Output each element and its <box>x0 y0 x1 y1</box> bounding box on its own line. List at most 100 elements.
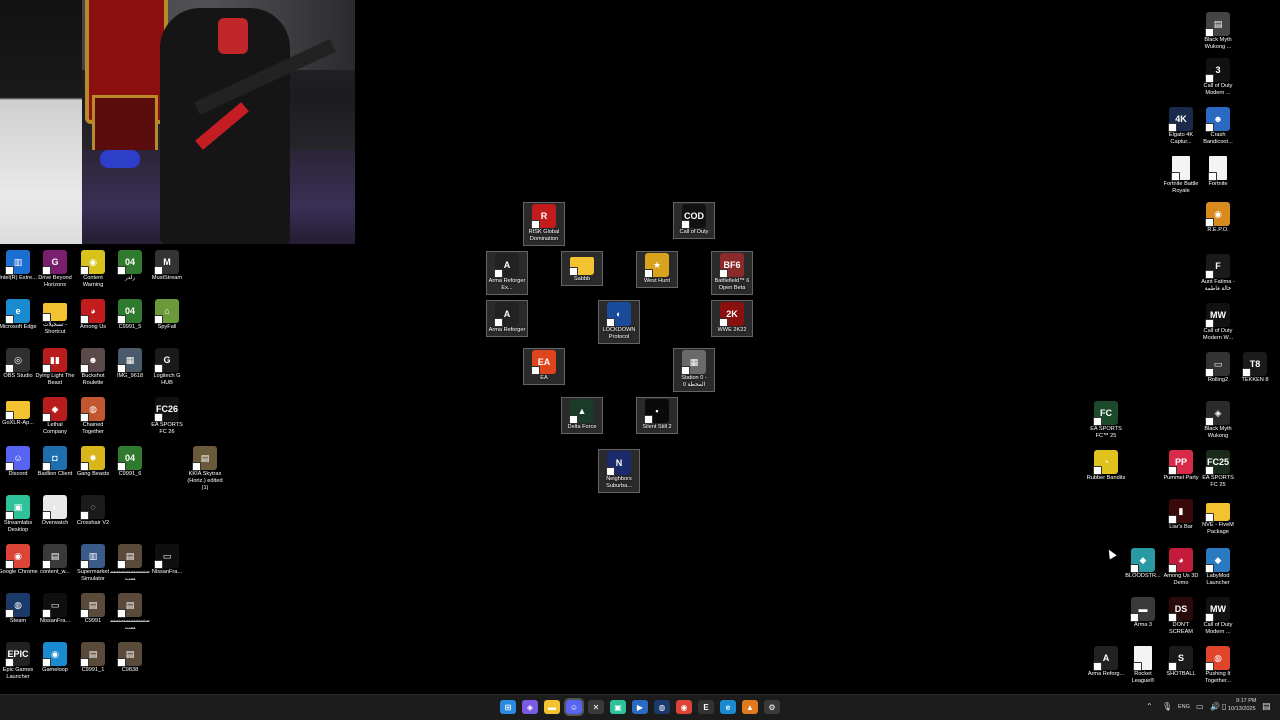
desktop-icon-video-1[interactable]: 04 رلدر <box>110 250 150 282</box>
desktop-icon-sabbb[interactable]: Sabbb <box>561 251 603 286</box>
desktop-icon-cod-mw3[interactable]: 3 Call of Duty Modern ... <box>1198 58 1238 97</box>
taskbar-arma-launcher[interactable]: ▲ <box>742 700 758 714</box>
desktop-icon-chained-together[interactable]: ◍ Chained Together <box>73 397 113 436</box>
taskbar-xbox[interactable]: ✕ <box>588 700 604 714</box>
taskbar-streamlabs[interactable]: ▣ <box>610 700 626 714</box>
desktop-icon-spyfall[interactable]: ⌂ SpyFall <box>147 299 187 331</box>
taskbar-epic[interactable]: E <box>698 700 714 714</box>
taskbar-discord[interactable]: ☺ <box>564 698 584 716</box>
desktop-icon-epic-games[interactable]: EPIC Epic Games Launcher <box>0 642 38 681</box>
desktop-icon-pushing-it-together[interactable]: ◍ Pushing It Together... <box>1198 646 1238 685</box>
taskbar-file-explorer[interactable]: ▬ <box>544 700 560 714</box>
desktop-icon-rolling2[interactable]: ▭ Rolling2 <box>1198 352 1238 384</box>
taskbar-copilot[interactable]: ◈ <box>522 700 538 714</box>
desktop-icon-west-hunt[interactable]: ★ West Hunt <box>636 251 678 288</box>
desktop-icon-supermarket[interactable]: ▥ Supermarket Simulator <box>73 544 113 583</box>
desktop-icon-arma-3[interactable]: ▬ Arma 3 <box>1123 597 1163 629</box>
desktop-icon-img-9618[interactable]: ▦ IMG_9618 <box>110 348 150 380</box>
desktop-icon-bloodstrike[interactable]: ◆ BLOODSTR... <box>1123 548 1163 580</box>
desktop-icon-ea-fc-25-a[interactable]: FC EA SPORTS FC™ 25 <box>1086 401 1126 440</box>
desktop-icon-edge[interactable]: e Microsoft Edge <box>0 299 38 331</box>
desktop-icon-arma-reforger-2[interactable]: A Arma Reforg... <box>1086 646 1126 678</box>
notification-icon[interactable]: ▤ <box>1262 701 1271 712</box>
clock-date[interactable]: 10/13/2025 <box>1228 706 1256 712</box>
desktop-icon-cod-mw-2[interactable]: MW Call of Duty Modern ... <box>1198 597 1238 636</box>
desktop-icon-goxlr[interactable]: GoXLR-Ap... <box>0 397 38 427</box>
network-icon[interactable]: ▭ <box>1196 702 1204 711</box>
desktop-icon-content-w[interactable]: ▤ content_w... <box>35 544 75 576</box>
language-indicator[interactable]: ENG <box>1178 704 1190 710</box>
desktop-icon-wwe-2k22[interactable]: 2K WWE 2K22 <box>711 300 753 337</box>
clock-time[interactable]: 9:17 PM <box>1236 698 1256 704</box>
desktop-icon-gameloop[interactable]: ◉ Gameloop <box>35 642 75 674</box>
desktop-icon-intel[interactable]: ▥ Intel(R) Extre... <box>0 250 38 282</box>
desktop-icon-among-us-3d[interactable]: ◕ Among Us 3D Demo <box>1161 548 1201 587</box>
desktop-icon-discord[interactable]: ☺ Discord <box>0 446 38 478</box>
desktop-icon-delta-force[interactable]: ▲ Delta Force <box>561 397 603 434</box>
desktop-icon-pummel-party[interactable]: PP Pummel Party <box>1161 450 1201 482</box>
desktop-icon-recordings-shortcut[interactable]: تسجيلات - Shortcut <box>35 299 75 336</box>
desktop-icon-muststream[interactable]: M MustStream <box>147 250 187 282</box>
microphone-icon[interactable]: 🎙 <box>1162 702 1172 711</box>
desktop-icon-drive-beyond-horizons[interactable]: G Drive Beyond Horizons <box>35 250 75 289</box>
desktop-icon-crash[interactable]: ☻ Crash Bandicoot... <box>1198 107 1238 146</box>
desktop-icon-ea-fc-26[interactable]: FC26 EA SPORTS FC 26 <box>147 397 187 436</box>
desktop-icon-cod-mw-1[interactable]: MW Call of Duty Modern W... <box>1198 303 1238 342</box>
battery-icon[interactable]: ▯ <box>1222 702 1226 711</box>
desktop-icon-call-of-duty[interactable]: COD Call of Duty <box>673 202 715 239</box>
chevron-up-icon[interactable]: ⌃ <box>1146 702 1153 711</box>
taskbar-edge[interactable]: e <box>720 700 736 714</box>
taskbar-settings[interactable]: ⚙ <box>764 700 780 714</box>
desktop-icon-logitech[interactable]: G Logitech G HUB <box>147 348 187 387</box>
desktop-icon-elgato[interactable]: 4K Elgato 4K Captur... <box>1161 107 1201 146</box>
desktop-icon-battlefield-6[interactable]: BF6 Battlefield™ 6 Open Beta <box>711 251 753 295</box>
desktop-icon-shotball[interactable]: S SHOTBALL <box>1161 646 1201 678</box>
desktop-icon-streamlabs[interactable]: ▣ Streamlabs Desktop <box>0 495 38 534</box>
desktop-icon-black-myth[interactable]: ◈ Black Myth Wukong <box>1198 401 1238 440</box>
desktop-icon-fortnite[interactable]: Fortnite <box>1198 156 1238 188</box>
desktop-icon-chrome[interactable]: ◉ Google Chrome <box>0 544 38 576</box>
desktop-icon-overwatch[interactable]: ◐ Overwatch <box>35 495 75 527</box>
taskbar-steam[interactable]: ◍ <box>654 700 670 714</box>
desktop-icon-steam[interactable]: ◍ Steam <box>0 593 38 625</box>
desktop-icon-video-3[interactable]: ▤ سسسسسسسسست <box>110 593 150 632</box>
desktop-icon-c9991-1[interactable]: ▤ C9991_1 <box>73 642 113 674</box>
taskbar-chrome[interactable]: ◉ <box>676 700 692 714</box>
desktop-icon-rocket-league[interactable]: Rocket League® <box>1123 646 1163 685</box>
desktop-icon-dying-light[interactable]: ▮▮ Dying Light The Beast <box>35 348 75 387</box>
desktop-icon-liars-bar[interactable]: ▮ Liar's Bar <box>1161 499 1201 531</box>
desktop-icon-rubber-bandits[interactable]: ◔ Rubber Bandits <box>1086 450 1126 482</box>
desktop-icon-repo[interactable]: ◉ R.E.P.O. <box>1198 202 1238 234</box>
desktop-icon-buckshot[interactable]: ☻ Buckshot Roulette <box>73 348 113 387</box>
desktop-icon-arma-reforger[interactable]: A Arma Reforger <box>486 300 528 337</box>
desktop-icon-badlion[interactable]: ◘ Badlion Client <box>35 446 75 478</box>
desktop-icon-c9991-5[interactable]: 04 C9991_5 <box>110 299 150 331</box>
desktop-icon-c9991[interactable]: ▤ C9991 <box>73 593 113 625</box>
desktop-icon-crosshair-v2[interactable]: ◌ Crosshair V2 <box>73 495 113 527</box>
desktop-icon-c9991-6[interactable]: 04 C9991_6 <box>110 446 150 478</box>
desktop-icon-nve-fivem[interactable]: NVE - FiveM Package <box>1198 499 1238 536</box>
desktop-icon-kkia-skytrax[interactable]: ▤ KKIA Skytrax (Horiz.) edited (1) <box>185 446 225 492</box>
desktop-icon-station-0[interactable]: ▦ Station 0 - المحطة 0 <box>673 348 715 392</box>
start-button[interactable]: ⊞ <box>500 700 516 714</box>
desktop-icon-video-2[interactable]: ▤ سسسسسسسسست <box>110 544 150 583</box>
desktop-icon-lockdown[interactable]: ◐ LOCKDOWN Protocol <box>598 300 640 344</box>
desktop-icon-aunt-fatima[interactable]: F Aunt Fatima - خالة فاطمة <box>1198 254 1238 293</box>
desktop-icon-neighbors[interactable]: N Neighbors Suburba... <box>598 449 640 493</box>
desktop-icon-fortnite-br[interactable]: Fortnite Battle Royale <box>1161 156 1201 195</box>
desktop-icon-black-myth-video[interactable]: ▤ Black Myth Wukong ... <box>1198 12 1238 51</box>
desktop-icon-ea[interactable]: EA EA <box>523 348 565 385</box>
volume-icon[interactable]: 🔊 <box>1210 702 1220 711</box>
desktop-icon-lethal-company[interactable]: ◆ Lethal Company <box>35 397 75 436</box>
taskbar-elgato[interactable]: ▶ <box>632 700 648 714</box>
desktop-icon-arma-reforger-ex[interactable]: A Arma Reforger Ex... <box>486 251 528 295</box>
desktop-icon-gang-beasts[interactable]: ✸ Gang Beasts <box>73 446 113 478</box>
desktop-icon-labymod[interactable]: ◆ LabyMod Launcher <box>1198 548 1238 587</box>
desktop-icon-ea-fc-25-b[interactable]: FC25 EA SPORTS FC 25 <box>1198 450 1238 489</box>
desktop-icon-silent-still-2[interactable]: ▪ Silent Still 2 <box>636 397 678 434</box>
desktop-icon-tekken-8[interactable]: T8 TEKKEN 8 <box>1235 352 1275 384</box>
desktop-icon-nissan-2[interactable]: ▭ NissanFra... <box>35 593 75 625</box>
desktop-icon-nissan-1[interactable]: ▭ NissanFra... <box>147 544 187 576</box>
desktop-icon-c9838[interactable]: ▤ C9838 <box>110 642 150 674</box>
desktop-icon-risk[interactable]: R RISK Global Domination <box>523 202 565 246</box>
